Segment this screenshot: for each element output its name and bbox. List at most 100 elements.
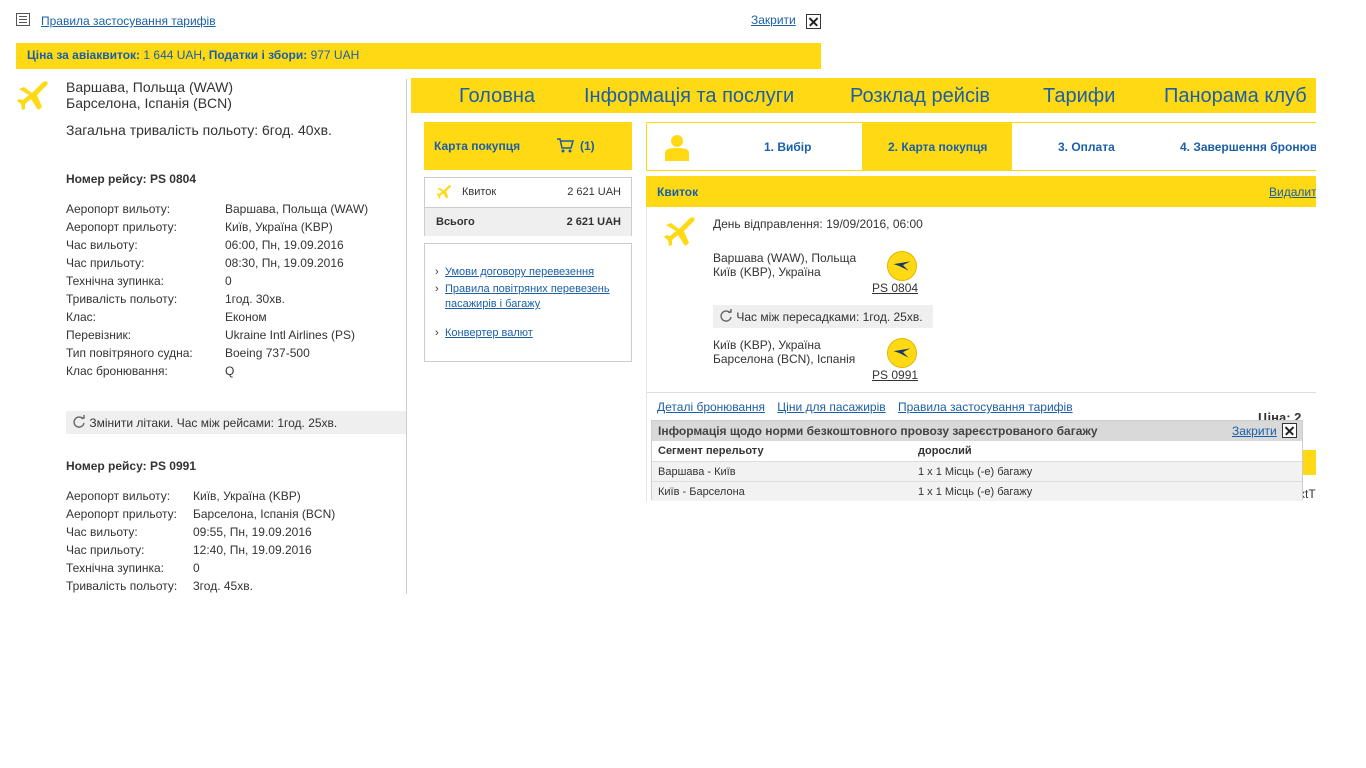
plane-icon [436, 185, 451, 199]
ticket-title: Квиток [657, 185, 699, 199]
total-duration: Загальна тривалість польоту: 6год. 40хв. [66, 122, 332, 138]
detail-row: Час вильоту: 09:55, Пн, 19.09.2016 [66, 525, 406, 543]
cart-ticket-label: Квиток [462, 186, 497, 198]
detail-key: Час вильоту: [66, 238, 138, 252]
user-icon [665, 135, 689, 161]
col-adult: дорослий [918, 445, 972, 457]
segment1-to: Київ (KBP), Україна [713, 265, 821, 279]
taxes-label: , Податки і збори: [202, 48, 308, 62]
tab-fare-rules[interactable]: Правила застосування тарифів [898, 400, 1073, 414]
detail-value: 0 [225, 274, 232, 288]
chevron-right-icon: › [435, 283, 439, 295]
itinerary-details: Варшава, Польща (WAW) Барселона, Іспанія… [16, 79, 407, 594]
booking-steps: 1. Вибір 2. Карта покупця 3. Оплата 4. З… [646, 122, 1316, 171]
detail-value: 12:40, Пн, 19.09.2016 [193, 543, 312, 557]
cart-header[interactable]: Карта покупця (1) [424, 122, 632, 170]
document-icon [16, 13, 30, 26]
currency-converter-link[interactable]: Конвертер валют [445, 326, 620, 341]
plane-icon [664, 217, 695, 246]
detail-key: Аеропорт вильоту: [66, 489, 171, 503]
detail-value: Boeing 737-500 [225, 346, 310, 360]
chevron-right-icon: › [435, 327, 439, 339]
detail-row: Тип повітряного судна: Boeing 737-500 [66, 346, 406, 364]
step-select[interactable]: 1. Вибір [707, 123, 861, 170]
delete-ticket-link[interactable]: Видалити [1269, 185, 1316, 199]
detail-key: Аеропорт прильоту: [66, 220, 177, 234]
layover-bar: Час між пересадками: 1год. 25хв. [713, 305, 933, 328]
route-to: Барселона, Іспанія (BCN) [66, 95, 232, 111]
nav-home[interactable]: Головна [459, 85, 535, 108]
airline-logo-icon [887, 338, 917, 368]
chevron-right-icon: › [435, 266, 439, 278]
detail-key: Перевізник: [66, 328, 132, 342]
detail-row: Технічна зупинка: 0 [66, 274, 406, 292]
table-row: Київ - Барселона 1 x 1 Місць (-е) багажу [652, 481, 1302, 501]
row-segment: Київ - Барселона [658, 486, 745, 498]
cart-total-row: Всього 2 621 UAH [425, 207, 631, 236]
detail-value: Київ, Україна (KBP) [225, 220, 333, 234]
air-rules-link[interactable]: Правила повітряних перевезень пасажирів … [445, 282, 620, 312]
detail-key: Тривалість польоту: [66, 579, 178, 593]
detail-row: Аеропорт прильоту: Київ, Україна (KBP) [66, 220, 406, 238]
flight-number-1: Номер рейсу: PS 0804 [66, 172, 196, 186]
refresh-icon [720, 309, 732, 322]
baggage-close-link[interactable]: Закрити [1232, 424, 1277, 438]
detail-value: Барселона, Іспанія (BCN) [193, 507, 336, 521]
detail-key: Технічна зупинка: [66, 561, 164, 575]
segment1-flight-link[interactable]: PS 0804 [872, 281, 918, 295]
divider [647, 392, 1316, 393]
close-icon[interactable] [806, 14, 821, 29]
price-label: Ціна за авіаквиток: [27, 48, 141, 62]
change-planes-bar: Змінити літаки. Час між рейсами: 1год. 2… [66, 411, 406, 434]
carriage-terms-link[interactable]: Умови договору перевезення [445, 265, 620, 280]
detail-key: Тривалість польоту: [66, 292, 178, 306]
baggage-popup-title: Інформація щодо норми безкоштовного пров… [658, 424, 1098, 438]
detail-key: Аеропорт вильоту: [66, 202, 171, 216]
layover-text: Час між пересадками: 1год. 25хв. [736, 310, 923, 324]
flight-number-2: Номер рейсу: PS 0991 [66, 459, 196, 473]
detail-key: Час вильоту: [66, 525, 138, 539]
segment2-flight-link[interactable]: PS 0991 [872, 368, 918, 382]
detail-key: Тип повітряного судна: [66, 346, 193, 360]
step-cart[interactable]: 2. Карта покупця [862, 123, 1012, 170]
nav-fares[interactable]: Тарифи [1043, 85, 1115, 108]
detail-row: Аеропорт вильоту: Варшава, Польща (WAW) [66, 202, 406, 220]
airline-logo-icon [887, 251, 917, 281]
detail-row: Час вильоту: 06:00, Пн, 19.09.2016 [66, 238, 406, 256]
step-complete[interactable]: 4. Завершення бронювання [1162, 123, 1316, 170]
fare-rules-title-link[interactable]: Правила застосування тарифів [41, 14, 216, 28]
cart-ticket-value: 2 621 UAH [567, 186, 621, 198]
plane-icon [17, 81, 48, 110]
price-summary-bar: Ціна за авіаквиток: 1 644 UAH, Податки і… [16, 43, 821, 69]
change-planes-text: Змінити літаки. Час між рейсами: 1год. 2… [89, 416, 338, 430]
row-value: 1 x 1 Місць (-е) багажу [918, 486, 1033, 498]
detail-key: Час прильоту: [66, 256, 145, 270]
detail-row: Клас бронювання: Q [66, 364, 406, 382]
close-popup-link[interactable]: Закрити [751, 13, 796, 27]
refresh-icon [73, 415, 85, 428]
popup-header: Правила застосування тарифів Закрити [16, 12, 822, 32]
detail-row: Технічна зупинка: 0 [66, 561, 406, 579]
step-payment[interactable]: 3. Оплата [1012, 123, 1162, 170]
detail-row: Тривалість польоту: 3год. 45хв. [66, 579, 406, 597]
departure-day: День відправлення: 19/09/2016, 06:00 [713, 217, 923, 231]
nav-panorama-club[interactable]: Панорама клуб [1164, 85, 1307, 108]
detail-row: Аеропорт прильоту: Барселона, Іспанія (BC… [66, 507, 406, 525]
segment2-from: Київ (KBP), Україна [713, 338, 821, 352]
cart-total-label: Всього [436, 216, 475, 228]
tab-passenger-prices[interactable]: Ціни для пасажирів [777, 400, 885, 414]
ticket-header: Квиток Видалити [646, 176, 1316, 207]
nav-schedule[interactable]: Розклад рейсів [850, 85, 990, 108]
detail-key: Клас: [66, 310, 96, 324]
detail-value: 08:30, Пн, 19.09.2016 [225, 256, 344, 270]
detail-value: Київ, Україна (KBP) [193, 489, 301, 503]
detail-row: Клас: Економ [66, 310, 406, 328]
detail-row: Час прильоту: 08:30, Пн, 19.09.2016 [66, 256, 406, 274]
detail-key: Час прильоту: [66, 543, 145, 557]
baggage-popup: Інформація щодо норми безкоштовного пров… [651, 420, 1303, 501]
col-segment: Сегмент перельоту [658, 445, 764, 457]
close-icon[interactable] [1282, 423, 1297, 438]
tab-booking-details[interactable]: Деталі бронювання [657, 400, 765, 414]
nav-info-services[interactable]: Інформація та послуги [584, 85, 794, 108]
segment1-from: Варшава (WAW), Польща [713, 251, 857, 265]
